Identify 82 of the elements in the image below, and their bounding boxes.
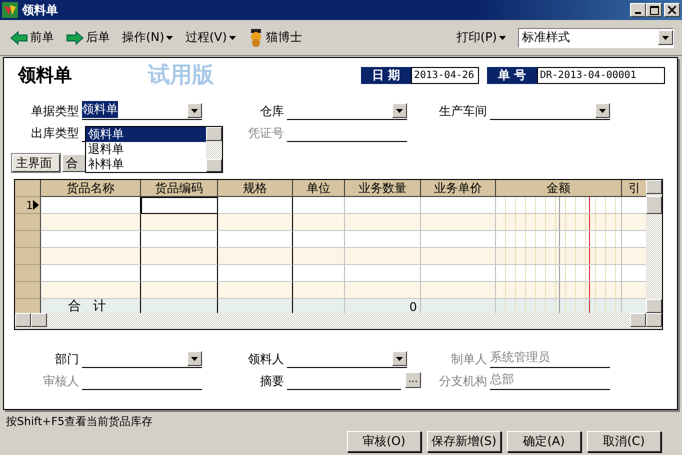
caret-icon <box>396 108 403 112</box>
style-select[interactable]: 标准样式 <box>518 28 674 48</box>
field-label: 部门 <box>55 350 80 368</box>
field-label: 凭证号 <box>248 124 285 142</box>
action-button[interactable]: 确定(A) <box>507 431 581 452</box>
dropdown-button[interactable] <box>658 30 673 45</box>
action-button[interactable]: 审核(O) <box>347 431 421 452</box>
field-label: 审核人 <box>43 372 80 390</box>
caret-icon <box>166 36 174 40</box>
dropdown-button[interactable] <box>187 351 202 366</box>
dropdown-field[interactable]: 领料单 <box>82 102 202 120</box>
dropdown-button[interactable] <box>392 103 407 118</box>
scrollbar[interactable] <box>206 127 222 172</box>
caret-icon <box>228 36 236 40</box>
close-icon <box>668 6 676 14</box>
toolbar-button[interactable]: 后单 <box>66 29 110 46</box>
column-header: 规格 <box>218 180 293 197</box>
list-item[interactable]: 领料单 <box>86 127 206 142</box>
scrollbar[interactable] <box>646 180 662 313</box>
field-label: 仓库 <box>260 102 285 120</box>
field-label: 领料人 <box>248 350 285 368</box>
tab[interactable]: 主界面 <box>12 154 60 172</box>
table-cell[interactable] <box>141 197 218 214</box>
dropdown-button[interactable] <box>187 103 202 118</box>
caret-icon <box>499 36 506 40</box>
dropdown-field[interactable] <box>287 350 407 368</box>
field-label: 生产车间 <box>439 102 488 120</box>
caret-icon <box>191 356 198 360</box>
maximize-icon <box>650 6 658 14</box>
caret-icon <box>396 356 403 360</box>
total-quantity: 0 <box>409 300 417 313</box>
maximize-button[interactable] <box>646 3 662 17</box>
dropdown-field[interactable] <box>287 102 407 120</box>
number-field[interactable]: DR-2013-04-00001 <box>537 66 665 84</box>
caret-icon <box>599 108 606 112</box>
toolbar-button[interactable]: 猫博士 <box>248 28 302 46</box>
caret-icon <box>191 108 198 112</box>
form-title: 领料单 <box>18 64 73 87</box>
app-icon <box>2 2 18 18</box>
toolbar-button[interactable]: 过程(V) <box>185 29 236 46</box>
action-button[interactable]: 保存新增(S) <box>427 431 501 452</box>
column-header: 货品名称 <box>41 180 141 197</box>
current-row-icon <box>33 200 39 210</box>
dropdown-field[interactable] <box>82 350 202 368</box>
close-button[interactable] <box>664 3 680 17</box>
column-header: 业务单价 <box>421 180 496 197</box>
field-label: 摘要 <box>260 372 285 390</box>
status-hint: 按Shift+F5查看当前货品库存 <box>6 414 154 429</box>
field-label: 单据类型 <box>31 102 80 120</box>
corner-cell <box>15 180 41 197</box>
dropdown-field[interactable] <box>490 102 610 120</box>
field-label: 制单人 <box>451 350 488 368</box>
toolbar-button[interactable]: 前单 <box>10 29 54 46</box>
total-label: 合 计 <box>66 299 112 313</box>
dropdown-button[interactable] <box>595 103 610 118</box>
number-label: 单 号 <box>487 66 537 84</box>
left-arrow-icon <box>10 30 28 44</box>
browse-button[interactable]: ... <box>405 372 421 388</box>
right-arrow-icon <box>66 30 84 44</box>
dropdown-button[interactable] <box>392 351 407 366</box>
field-label: 分支机构 <box>439 372 488 390</box>
column-header: 单位 <box>293 180 345 197</box>
print-button[interactable]: 打印(P) <box>456 29 506 46</box>
field-value: 领料单 <box>82 101 118 118</box>
window-title: 领料单 <box>22 2 59 18</box>
toolbar-button[interactable]: 操作(N) <box>122 29 174 46</box>
column-header: 货品编码 <box>141 180 218 197</box>
date-field[interactable]: 2013-04-26 <box>411 66 479 84</box>
row-header <box>15 299 41 313</box>
scrollbar[interactable] <box>15 313 662 329</box>
column-header: 引 <box>622 180 646 197</box>
field-value: 总部 <box>490 371 514 388</box>
date-label: 日 期 <box>361 66 411 84</box>
trial-label: 试用版 <box>148 61 215 90</box>
field-label: 出库类型 <box>31 124 80 142</box>
field-value: 系统管理员 <box>490 349 550 366</box>
column-header: 业务数量 <box>345 180 421 197</box>
action-button[interactable]: 取消(C) <box>587 431 661 452</box>
row-header: 1 <box>15 197 41 214</box>
caret-icon <box>662 36 669 40</box>
minimize-button[interactable] <box>630 3 646 17</box>
column-header: 金额 <box>496 180 622 197</box>
